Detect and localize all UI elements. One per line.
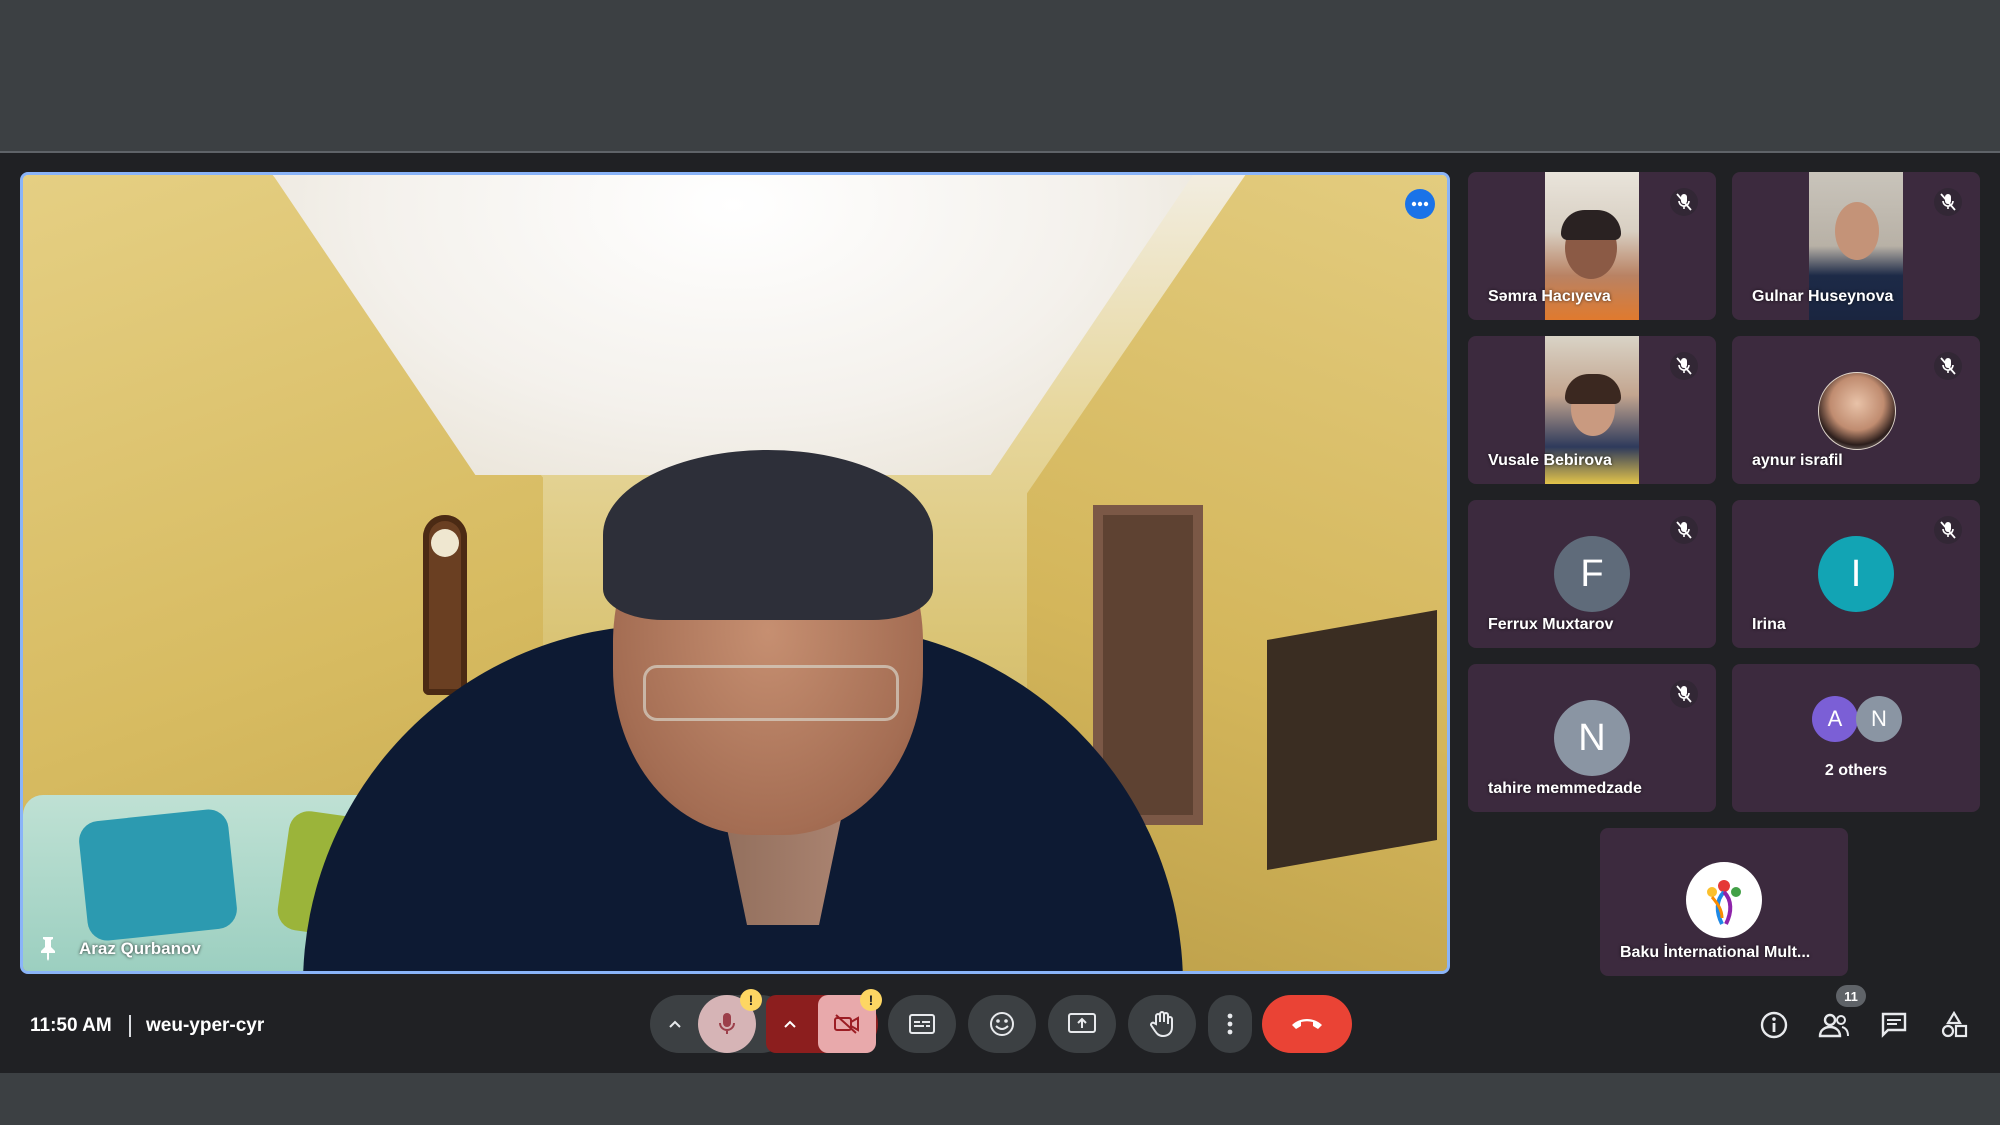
- emoji-reactions-button[interactable]: [968, 995, 1036, 1053]
- others-avatar: A: [1812, 696, 1858, 742]
- current-time: 11:50 AM: [30, 1015, 112, 1036]
- mic-off-icon: [1676, 357, 1692, 375]
- participant-tile[interactable]: Səmra Hacıyeva: [1468, 172, 1716, 320]
- presenter-tile[interactable]: Baku İnternational Mult...: [1600, 828, 1848, 976]
- chevron-up-icon: [669, 1020, 681, 1028]
- meeting-code: weu-yper-cyr: [146, 1015, 265, 1036]
- end-call-button[interactable]: [1262, 995, 1352, 1053]
- more-vertical-icon: [1227, 1013, 1233, 1035]
- mic-alert-badge: !: [740, 989, 762, 1011]
- mic-muted-indicator: [1670, 188, 1698, 216]
- participant-tile[interactable]: Vusale Bebirova: [1468, 336, 1716, 484]
- microphone-icon: [719, 1013, 735, 1034]
- people-count-badge: 11: [1836, 985, 1866, 1007]
- main-speaker-tile[interactable]: Araz Qurbanov: [20, 172, 1450, 974]
- video-background: [423, 515, 467, 695]
- mic-muted-indicator: [1934, 352, 1962, 380]
- chat-icon: [1881, 1012, 1907, 1038]
- mic-muted-indicator: [1934, 188, 1962, 216]
- more-options-button[interactable]: [1208, 995, 1252, 1053]
- raise-hand-button[interactable]: [1128, 995, 1196, 1053]
- present-screen-button[interactable]: [1048, 995, 1116, 1053]
- camera-button[interactable]: !: [818, 989, 882, 1053]
- mic-off-icon: [1940, 193, 1956, 211]
- participant-name: aynur israfil: [1752, 452, 1843, 469]
- activities-button[interactable]: [1936, 1007, 1972, 1043]
- chevron-up-icon: [784, 1020, 796, 1028]
- participant-avatar-photo: [1818, 372, 1896, 450]
- main-speaker-name: Araz Qurbanov: [79, 939, 201, 958]
- participant-name: Irina: [1752, 616, 1786, 633]
- participant-name: Vusale Bebirova: [1488, 452, 1612, 469]
- microphone-button[interactable]: !: [698, 989, 762, 1053]
- video-background: [77, 807, 239, 943]
- others-label: 2 others: [1824, 762, 1888, 779]
- mic-muted-indicator: [1670, 680, 1698, 708]
- pin-icon[interactable]: [37, 935, 59, 961]
- participant-tile[interactable]: N tahire memmedzade: [1468, 664, 1716, 812]
- mic-off-icon: [1676, 193, 1692, 211]
- present-screen-icon: [1068, 1013, 1096, 1033]
- chat-button[interactable]: [1876, 1007, 1912, 1043]
- participant-name: Gulnar Huseynova: [1752, 288, 1894, 305]
- people-button[interactable]: [1816, 1007, 1852, 1043]
- mic-muted-indicator: [1934, 516, 1962, 544]
- participant-avatar: F: [1554, 536, 1630, 612]
- participant-avatar: N: [1554, 700, 1630, 776]
- hand-icon: [1150, 1011, 1173, 1038]
- info-icon: [1760, 1011, 1788, 1039]
- activities-icon: [1941, 1011, 1968, 1038]
- camera-off-icon: [834, 1014, 859, 1034]
- video-background: [1267, 610, 1437, 870]
- video-settings-button[interactable]: [770, 995, 810, 1053]
- people-icon: [1818, 1013, 1849, 1038]
- emoji-icon: [990, 1012, 1014, 1036]
- more-options-button[interactable]: [1405, 189, 1435, 219]
- others-avatar: N: [1856, 696, 1902, 742]
- logo-icon: [1707, 880, 1741, 925]
- participant-name: Səmra Hacıyeva: [1488, 288, 1611, 305]
- phone-hangup-icon: [1292, 1019, 1322, 1029]
- others-tile[interactable]: A N 2 others: [1732, 664, 1980, 812]
- participant-tile[interactable]: I Irina: [1732, 500, 1980, 648]
- audio-settings-button[interactable]: [654, 995, 696, 1053]
- participant-tile[interactable]: aynur israfil: [1732, 336, 1980, 484]
- mic-muted-indicator: [1670, 516, 1698, 544]
- mic-muted-indicator: [1670, 352, 1698, 380]
- camera-alert-badge: !: [860, 989, 882, 1011]
- meeting-controls-bar: 11:50 AM weu-yper-cyr ! ! 11: [0, 985, 2000, 1071]
- participant-tile[interactable]: F Ferrux Muxtarov: [1468, 500, 1716, 648]
- mic-off-icon: [1676, 521, 1692, 539]
- mic-off-icon: [1940, 357, 1956, 375]
- participant-name: tahire memmedzade: [1488, 780, 1642, 797]
- participant-name: Baku İnternational Mult...: [1620, 944, 1811, 961]
- mic-off-icon: [1676, 685, 1692, 703]
- participant-name: Ferrux Muxtarov: [1488, 616, 1614, 633]
- more-horizontal-icon: [1411, 201, 1429, 207]
- organization-logo: [1686, 862, 1762, 938]
- meeting-details-button[interactable]: [1756, 1007, 1792, 1043]
- speaker-video: [603, 450, 933, 620]
- participant-avatar: I: [1818, 536, 1894, 612]
- captions-button[interactable]: [888, 995, 956, 1053]
- divider: [129, 1015, 131, 1037]
- mic-off-icon: [1940, 521, 1956, 539]
- closed-captions-icon: [909, 1014, 935, 1034]
- speaker-video: [643, 665, 899, 721]
- participant-tile[interactable]: Gulnar Huseynova: [1732, 172, 1980, 320]
